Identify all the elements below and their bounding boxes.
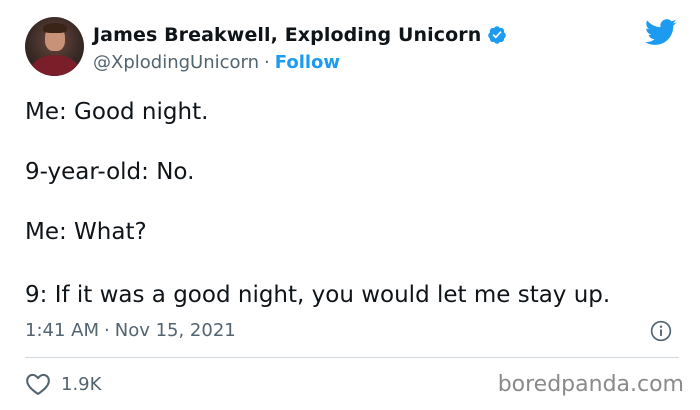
tweet-line: Me: What?: [25, 219, 147, 245]
tweet-line: 9-year-old: No.: [25, 159, 195, 185]
avatar[interactable]: [25, 17, 84, 76]
tweet-line: 9: If it was a good night, you would let…: [25, 282, 611, 308]
avatar-hair: [43, 23, 67, 33]
divider: [25, 357, 679, 358]
author-name-row: James Breakwell, Exploding Unicorn: [93, 22, 507, 48]
author-handle[interactable]: @XplodingUnicorn: [93, 52, 259, 73]
twitter-bird-icon[interactable]: [645, 19, 677, 46]
heart-icon: [26, 373, 50, 395]
tweet-line: Me: Good night.: [25, 99, 209, 125]
avatar-shirt: [31, 55, 79, 76]
author-display-name[interactable]: James Breakwell, Exploding Unicorn: [93, 24, 481, 46]
handle-separator: ·: [264, 51, 270, 73]
tweet-date: Nov 15, 2021: [114, 319, 236, 341]
like-count: 1.9K: [61, 373, 102, 395]
tweet-timestamp[interactable]: 1:41 AM · Nov 15, 2021: [25, 317, 236, 343]
tweet-card: James Breakwell, Exploding Unicorn @Xplo…: [0, 0, 700, 410]
watermark: boredpanda.com: [497, 372, 684, 397]
author-handle-row: @XplodingUnicorn · Follow: [93, 50, 340, 74]
follow-button[interactable]: Follow: [275, 52, 340, 73]
tweet-time: 1:41 AM: [25, 319, 99, 341]
timestamp-separator: ·: [104, 319, 110, 341]
info-icon[interactable]: [650, 320, 672, 342]
verified-badge-icon: [488, 26, 507, 44]
like-button[interactable]: 1.9K: [25, 371, 101, 397]
